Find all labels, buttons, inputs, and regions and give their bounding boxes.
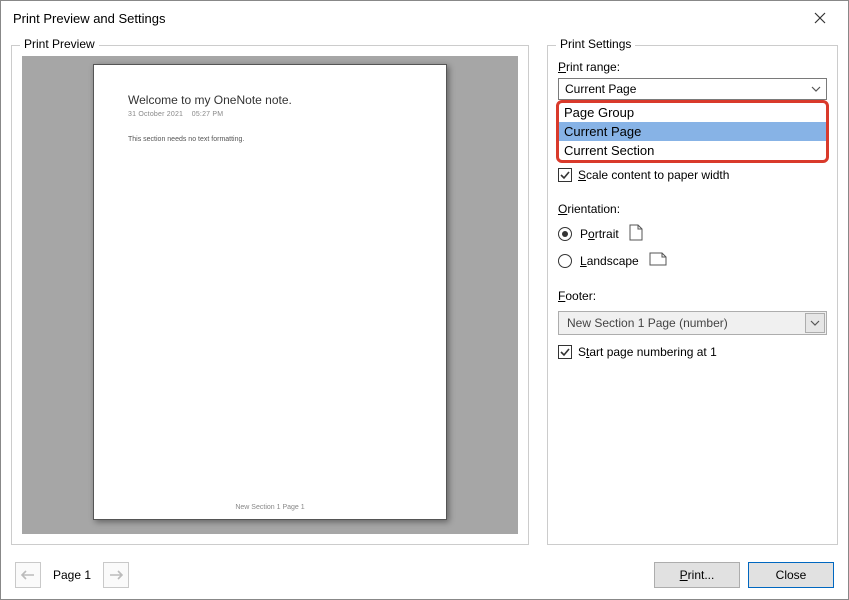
arrow-left-icon bbox=[21, 569, 35, 581]
startnum-checkbox[interactable] bbox=[558, 345, 572, 359]
chevron-down-icon bbox=[805, 313, 825, 333]
close-dialog-button[interactable]: Close bbox=[748, 562, 834, 588]
startnum-label: Start page numbering at 1 bbox=[578, 345, 717, 359]
bottombar: Page 1 Print... Close bbox=[1, 551, 848, 599]
landscape-icon bbox=[649, 252, 667, 269]
print-range-dropdown: Page Group Current Page Current Section bbox=[556, 100, 829, 163]
footer-label: Footer: bbox=[558, 289, 827, 303]
portrait-radio[interactable] bbox=[558, 227, 572, 241]
settings-group: Print Settings Print range: Current Page… bbox=[547, 45, 838, 545]
portrait-label: Portrait bbox=[580, 227, 619, 241]
startnum-checkbox-row[interactable]: Start page numbering at 1 bbox=[558, 345, 827, 359]
prev-page-button[interactable] bbox=[15, 562, 41, 588]
print-range-option-page-group[interactable]: Page Group bbox=[559, 103, 826, 122]
preview-group: Print Preview Welcome to my OneNote note… bbox=[11, 45, 529, 545]
orientation-label: Orientation: bbox=[558, 202, 827, 216]
page-time: 05:27 PM bbox=[192, 111, 224, 118]
footer-select[interactable]: New Section 1 Page (number) bbox=[558, 311, 827, 335]
titlebar: Print Preview and Settings bbox=[1, 1, 848, 35]
print-preview-dialog: Print Preview and Settings Print Preview… bbox=[0, 0, 849, 600]
page-date: 31 October 2021 bbox=[128, 111, 183, 118]
page-footer: New Section 1 Page 1 bbox=[94, 504, 446, 511]
preview-area: Welcome to my OneNote note. 31 October 2… bbox=[22, 56, 518, 534]
chevron-down-icon bbox=[808, 81, 824, 97]
dialog-title: Print Preview and Settings bbox=[13, 11, 800, 26]
dialog-body: Print Preview Welcome to my OneNote note… bbox=[11, 45, 838, 551]
page-meta: 31 October 2021 05:27 PM bbox=[128, 111, 412, 118]
print-range-select[interactable]: Current Page Page Group Current Page Cur… bbox=[558, 78, 827, 100]
scale-checkbox-row[interactable]: Scale content to paper width bbox=[558, 168, 827, 182]
preview-group-label: Print Preview bbox=[20, 37, 99, 51]
close-icon bbox=[814, 12, 826, 24]
portrait-icon bbox=[629, 224, 643, 244]
print-range-value: Current Page bbox=[565, 82, 636, 96]
print-range-label: Print range: bbox=[558, 60, 827, 74]
close-button[interactable] bbox=[800, 4, 840, 32]
landscape-label: Landscape bbox=[580, 254, 639, 268]
scale-checkbox[interactable] bbox=[558, 168, 572, 182]
landscape-radio[interactable] bbox=[558, 254, 572, 268]
print-button[interactable]: Print... bbox=[654, 562, 740, 588]
print-range-option-current-section[interactable]: Current Section bbox=[559, 141, 826, 160]
page-indicator: Page 1 bbox=[53, 568, 91, 582]
page-body-line: This section needs no text formatting. bbox=[128, 136, 412, 143]
page-title: Welcome to my OneNote note. bbox=[128, 93, 412, 107]
print-range-option-current-page[interactable]: Current Page bbox=[559, 122, 826, 141]
print-rest: rint... bbox=[688, 568, 715, 582]
footer-value: New Section 1 Page (number) bbox=[567, 316, 728, 330]
landscape-radio-row[interactable]: Landscape bbox=[558, 252, 827, 269]
arrow-right-icon bbox=[109, 569, 123, 581]
preview-page: Welcome to my OneNote note. 31 October 2… bbox=[93, 64, 447, 520]
next-page-button[interactable] bbox=[103, 562, 129, 588]
settings-group-label: Print Settings bbox=[556, 37, 635, 51]
scale-label: Scale content to paper width bbox=[578, 168, 729, 182]
portrait-radio-row[interactable]: Portrait bbox=[558, 224, 827, 244]
